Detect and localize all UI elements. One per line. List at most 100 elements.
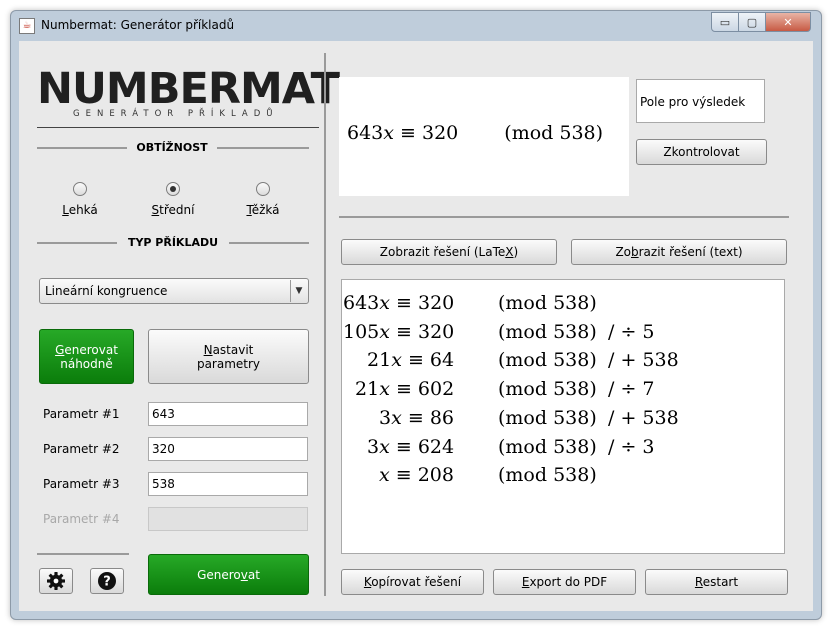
title-bar: ☕ Numbermat: Generátor příkladů ▭ ▢ ✕ — [11, 11, 821, 41]
settings-button[interactable] — [39, 568, 73, 594]
step-operation: / + 538 — [608, 349, 679, 372]
congruent-symbol: ≡ — [389, 292, 418, 314]
step-operation: / ÷ 3 — [608, 435, 655, 458]
difficulty-label[interactable]: Střední — [133, 203, 213, 217]
solution-step: x ≡ 208 (mod 538) — [342, 464, 784, 492]
logo-subtitle: GENERÁTOR PŘÍKLADŮ — [73, 109, 279, 119]
mnemonic: G — [55, 342, 65, 357]
maximize-button[interactable]: ▢ — [738, 12, 766, 32]
generate-random-button[interactable]: Generovat náhodně — [39, 329, 134, 384]
parameter-input[interactable]: 538 — [148, 472, 308, 496]
mnemonic: R — [694, 575, 703, 589]
solution-step: 105x ≡ 320 (mod 538) / ÷ 5 — [342, 321, 784, 349]
close-button[interactable]: ✕ — [765, 12, 811, 32]
set-parameters-button[interactable]: Nastavit parametry — [148, 329, 309, 384]
panel-divider — [324, 53, 326, 596]
mnemonic: v — [240, 567, 248, 582]
step-modulus: (mod 538) — [498, 435, 597, 458]
modulus: 538 — [553, 292, 590, 314]
help-button[interactable]: ? — [90, 568, 124, 594]
divider — [37, 242, 117, 244]
button-label: Zo — [615, 245, 631, 259]
solution-step: 3x ≡ 86 (mod 538) / + 538 — [342, 407, 784, 435]
solution-panel: 643x ≡ 320 (mod 538) 105x ≡ 320 (mod 538) / … — [341, 279, 785, 554]
modulus: 538 — [553, 435, 590, 458]
copy-solution-button[interactable]: Kopírovat řešení — [341, 569, 484, 595]
numbermat-logo: NUMBERMAT GENERÁTOR PŘÍKLADŮ — [37, 64, 340, 128]
difficulty-label[interactable]: Lehká — [40, 203, 120, 217]
button-label: ) — [513, 245, 519, 259]
generate-button[interactable]: Generovat — [148, 554, 309, 595]
divider — [37, 553, 129, 555]
logo-underline — [37, 127, 319, 128]
java-app-icon: ☕ — [19, 18, 35, 34]
button-label: parametry — [196, 356, 261, 371]
button-label: at — [247, 567, 260, 582]
step-modulus: (mod 538) — [498, 349, 597, 372]
button-label: razit řešení (text) — [638, 245, 743, 259]
variable: x — [379, 292, 390, 314]
export-pdf-button[interactable]: Export do PDF — [493, 569, 636, 595]
difficulty-radio-1[interactable] — [166, 182, 180, 196]
variable: x — [379, 435, 390, 458]
show-latex-solution-button[interactable]: Zobrazit řešení (LaTeX) — [341, 239, 557, 265]
solution-step: 3x ≡ 624 (mod 538) / ÷ 3 — [342, 436, 784, 464]
mnemonic: S — [151, 203, 160, 217]
question-icon: ? — [98, 572, 116, 590]
check-button[interactable]: Zkontrolovat — [636, 139, 767, 165]
rhs-value: 320 — [417, 320, 455, 343]
modulus: 538 — [553, 406, 590, 429]
problem-display: 643x ≡ 320 (mod 538) — [339, 77, 629, 196]
mnemonic: N — [203, 342, 213, 357]
difficulty-label[interactable]: Těžká — [223, 203, 303, 217]
variable: x — [391, 349, 402, 372]
step-congruence: 3x ≡ 86 — [379, 407, 454, 429]
parameter-input[interactable]: 643 — [148, 402, 308, 426]
problem-equation: 643x ≡ 320 (mod 538) — [347, 122, 604, 144]
step-modulus: (mod 538) — [498, 378, 597, 401]
rhs-value: 86 — [429, 406, 454, 429]
parameter-label: Parametr #1 — [43, 407, 120, 421]
modulus: 538 — [553, 464, 590, 487]
congruent-symbol: ≡ — [389, 435, 418, 458]
step-congruence: 105x ≡ 320 — [343, 321, 454, 343]
coefficient: 3 — [379, 406, 392, 429]
window-title: Numbermat: Generátor příkladů — [41, 18, 235, 32]
solution-step: 21x ≡ 64 (mod 538) / + 538 — [342, 349, 784, 377]
chevron-down-icon[interactable]: ▼ — [290, 280, 307, 302]
result-input[interactable]: Pole pro výsledek — [636, 79, 765, 123]
button-label: náhodně — [60, 356, 113, 371]
radio-label-text: ehká — [68, 203, 98, 217]
solution-step: 21x ≡ 602 (mod 538) / ÷ 7 — [342, 378, 784, 406]
parameter-input[interactable]: 320 — [148, 437, 308, 461]
button-label: Zobrazit řešení (LaTe — [379, 245, 506, 259]
difficulty-radio-2[interactable] — [256, 182, 270, 196]
svg-text:?: ? — [103, 575, 111, 590]
modulus: 538 — [553, 378, 590, 401]
button-label: estart — [702, 575, 739, 589]
button-label: opírovat řešení — [371, 575, 462, 589]
step-modulus: (mod 538) — [498, 320, 597, 343]
restart-button[interactable]: Restart — [645, 569, 788, 595]
example-type-select[interactable]: Lineární kongruence ▼ — [39, 278, 309, 304]
rhs-value: 602 — [417, 378, 455, 401]
variable: x — [379, 320, 390, 343]
modulus: 538 — [553, 320, 590, 343]
divider — [229, 242, 309, 244]
rhs-value: 208 — [417, 464, 454, 487]
solution-step: 643x ≡ 320 (mod 538) — [342, 292, 784, 320]
mnemonic: X — [505, 245, 514, 259]
parameter-input — [148, 507, 308, 531]
show-text-solution-button[interactable]: Zobrazit řešení (text) — [571, 239, 787, 265]
divider — [339, 216, 789, 218]
coefficient: 21 — [355, 378, 380, 401]
app-window: ☕ Numbermat: Generátor příkladů ▭ ▢ ✕ NU… — [10, 10, 822, 620]
modulus: 538 — [553, 349, 590, 372]
example-type-title: TYP PŘÍKLADU — [127, 236, 219, 249]
minimize-button[interactable]: ▭ — [711, 12, 739, 32]
congruent-symbol: ≡ — [389, 378, 418, 401]
logo-main-text: NUMBERMAT — [37, 64, 340, 114]
coefficient: 21 — [367, 349, 392, 372]
difficulty-radio-0[interactable] — [73, 182, 87, 196]
radio-label-text: ěžká — [251, 203, 280, 217]
